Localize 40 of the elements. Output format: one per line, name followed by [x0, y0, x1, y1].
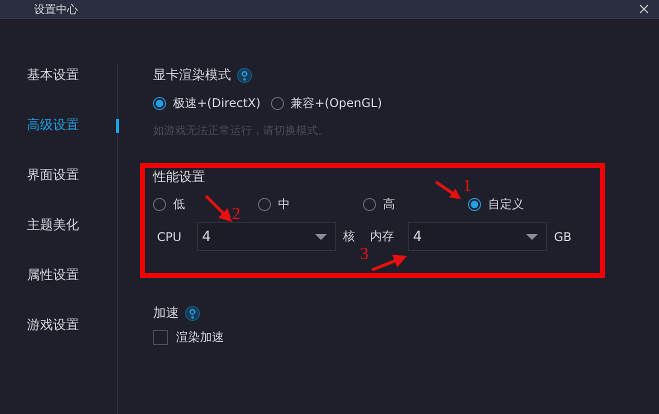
radio-icon[interactable] [363, 198, 376, 211]
sidebar-item[interactable]: 游戏设置 [0, 316, 117, 336]
memory-label: 内存 [370, 228, 395, 245]
unit-label: GB [553, 230, 573, 244]
sidebar-item[interactable]: 界面设置 [0, 166, 117, 186]
radio-icon[interactable] [153, 96, 166, 110]
help-icon[interactable] [185, 306, 200, 320]
cpu-dropdown[interactable]: 4 [197, 222, 336, 251]
caret-icon [315, 234, 327, 240]
sidebar-item[interactable]: 高级设置 [0, 116, 117, 136]
annotation-arrow [371, 254, 407, 272]
help-icon[interactable] [237, 68, 252, 82]
radio-icon[interactable] [258, 198, 271, 211]
sidebar-item[interactable]: 属性设置 [0, 266, 117, 286]
section-title: 加速 [153, 305, 179, 322]
radio-option[interactable]: 高 [363, 196, 468, 213]
radio-option[interactable]: 中 [258, 196, 363, 213]
cpu-label: CPU [156, 230, 182, 244]
section-title: 显卡渲染模式 [153, 67, 231, 84]
close-icon[interactable] [639, 4, 649, 14]
memory-dropdown[interactable]: 4 [408, 222, 547, 251]
sidebar-item[interactable]: 主题美化 [0, 216, 117, 236]
caret-icon [526, 234, 538, 240]
annotation-arrow [435, 180, 461, 199]
unit-label: 核 [342, 228, 356, 245]
window-title: 设置中心 [34, 2, 78, 16]
radio-option[interactable]: 极速+(DirectX) [153, 95, 261, 111]
annotation-number: 2 [232, 204, 240, 223]
checkbox-option[interactable]: 渲染加速 [153, 329, 659, 346]
radio-icon[interactable] [153, 198, 166, 211]
checkbox[interactable] [153, 330, 168, 345]
radio-icon[interactable] [468, 198, 481, 211]
radio-icon[interactable] [270, 96, 284, 110]
radio-option[interactable]: 自定义 [468, 196, 573, 213]
sidebar-item[interactable]: 基本设置 [0, 66, 117, 86]
annotation-number: 3 [360, 244, 368, 263]
radio-option[interactable]: 兼容+(OpenGL) [270, 95, 382, 111]
annotation-number: 1 [463, 176, 472, 195]
annotation-arrow [204, 194, 232, 222]
section-title: 性能设置 [153, 170, 205, 186]
